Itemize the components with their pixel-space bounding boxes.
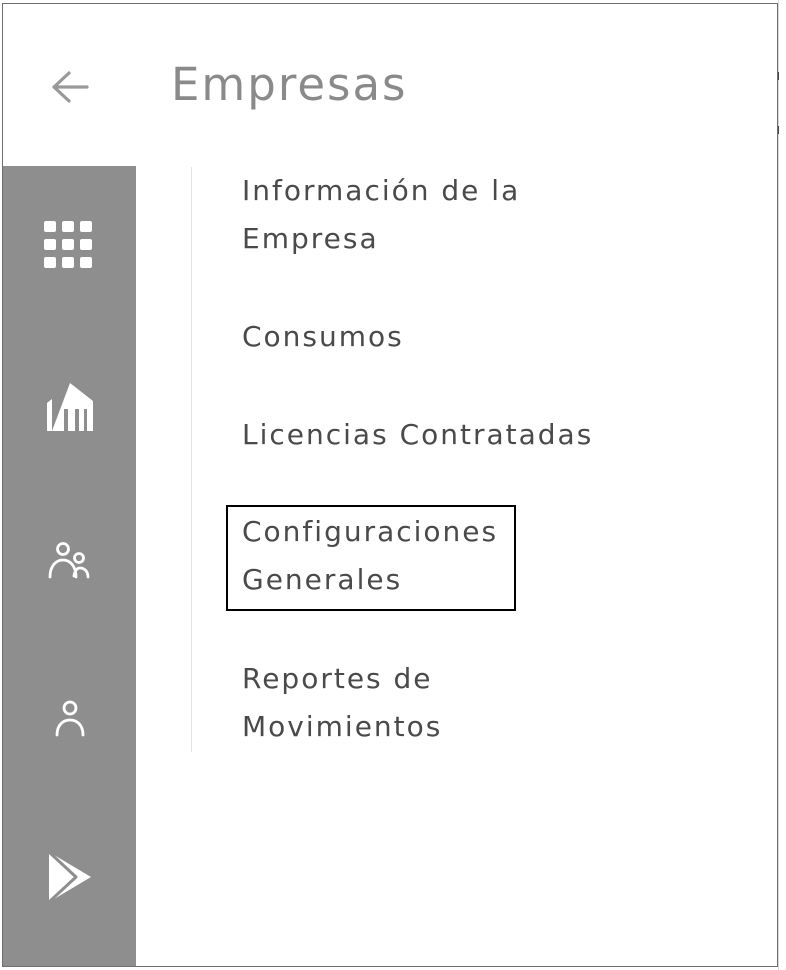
sidebar-item-groups[interactable] xyxy=(3,526,136,596)
sidebar xyxy=(3,166,136,966)
menu-item-label: Consumos xyxy=(242,320,404,353)
menu-divider xyxy=(191,167,192,752)
menu-item-consumos[interactable]: Consumos xyxy=(242,313,404,361)
back-button[interactable] xyxy=(47,64,93,110)
sidebar-item-store[interactable] xyxy=(3,842,136,912)
menu-item-label: Configuraciones xyxy=(242,515,499,548)
menu-item-label: Generales xyxy=(242,563,403,596)
play-store-icon xyxy=(47,850,91,904)
menu-item-label: Licencias Contratadas xyxy=(242,418,594,451)
building-icon xyxy=(46,383,93,431)
menu-item-informacion-empresa[interactable]: Información de la Empresa xyxy=(242,167,520,263)
menu-item-reportes-movimientos[interactable]: Reportes de Movimientos xyxy=(242,655,442,751)
menu-item-label: Información de la xyxy=(242,174,521,207)
menu-item-label: Reportes de xyxy=(242,662,433,695)
arrow-left-icon xyxy=(52,71,89,103)
menu-item-label: Movimientos xyxy=(242,710,443,743)
window-edge xyxy=(778,0,779,970)
menu-item-label: Empresa xyxy=(242,222,379,255)
page-title: Empresas xyxy=(171,58,408,111)
app-window: Empresas Información de la Empresa Consu… xyxy=(2,3,778,967)
sidebar-item-users[interactable] xyxy=(3,684,136,754)
sidebar-item-companies[interactable] xyxy=(3,372,136,442)
header: Empresas xyxy=(3,4,777,166)
menu-item-configuraciones-generales[interactable]: Configuraciones Generales xyxy=(242,508,498,604)
grid-icon xyxy=(43,221,92,268)
users-icon xyxy=(48,542,89,579)
sidebar-item-apps[interactable] xyxy=(3,210,136,280)
user-icon xyxy=(55,700,84,737)
menu-item-licencias-contratadas[interactable]: Licencias Contratadas xyxy=(242,411,593,459)
